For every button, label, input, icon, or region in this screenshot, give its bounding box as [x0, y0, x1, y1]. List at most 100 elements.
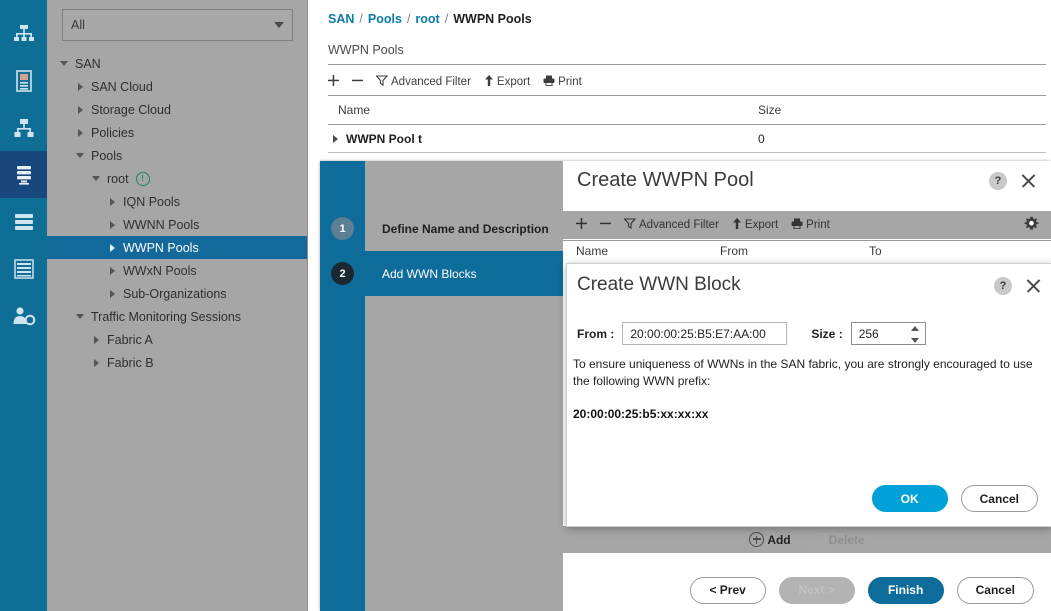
chevron-right-icon[interactable]	[105, 243, 119, 252]
tree-item-sub-organizations[interactable]: Sub-Organizations	[47, 282, 307, 305]
chevron-right-icon[interactable]	[73, 82, 87, 91]
add-row-button[interactable]: Add	[749, 532, 791, 547]
tree-item-iqn-pools[interactable]: IQN Pools	[47, 190, 307, 213]
tree-item-wwnn-pools[interactable]: WWNN Pools	[47, 213, 307, 236]
step-number-badge: 2	[331, 262, 354, 285]
breadcrumb-separator: /	[359, 12, 363, 26]
chevron-right-icon	[109, 197, 115, 206]
breadcrumb-current: WWPN Pools	[453, 12, 532, 26]
spinner-arrows-icon[interactable]	[911, 326, 920, 343]
chevron-down-icon[interactable]	[73, 153, 87, 158]
chevron-right-icon[interactable]	[73, 105, 87, 114]
rail-item-servers[interactable]	[0, 57, 47, 104]
help-icon[interactable]: ?	[994, 277, 1012, 295]
vm-icon	[13, 213, 35, 231]
wizard-row-actions: Add Delete	[563, 526, 1051, 553]
chevron-right-icon[interactable]	[89, 358, 103, 367]
chevron-down-icon[interactable]	[57, 61, 71, 66]
column-header-name[interactable]: Name	[338, 103, 370, 117]
chevron-right-icon	[93, 358, 99, 367]
tree-item-policies[interactable]: Policies	[47, 121, 307, 144]
tree-item-label: WWNN Pools	[123, 217, 200, 232]
info-badge-icon[interactable]: !	[135, 171, 150, 186]
wizard-remove-button[interactable]	[600, 218, 611, 232]
wizard-print-button[interactable]: Print	[791, 218, 830, 232]
close-icon[interactable]	[1019, 172, 1037, 190]
chevron-right-icon[interactable]	[73, 128, 87, 137]
spinner-down-icon[interactable]	[911, 338, 920, 343]
wizard-advanced-filter-button[interactable]: Advanced Filter	[623, 218, 719, 232]
chevron-right-icon	[109, 266, 115, 275]
tree-item-fabric-a[interactable]: Fabric A	[47, 328, 307, 351]
rail-item-storage[interactable]	[0, 245, 47, 292]
column-header-name[interactable]: Name	[576, 244, 608, 258]
column-header-from[interactable]: From	[720, 244, 748, 258]
chevron-down-icon	[76, 153, 84, 158]
tree-item-wwpn-pools[interactable]: WWPN Pools	[47, 236, 307, 259]
add-row-label: Add	[767, 532, 791, 547]
size-stepper[interactable]: 256	[850, 322, 926, 345]
spinner-up-icon[interactable]	[911, 326, 920, 331]
tree-filter-select[interactable]: All	[62, 9, 293, 41]
equipment-icon	[13, 24, 35, 44]
tree-item-pools[interactable]: Pools	[47, 144, 307, 167]
breadcrumb-link-pools[interactable]: Pools	[368, 12, 402, 26]
rail-item-admin[interactable]	[0, 292, 47, 339]
tree-item-san[interactable]: SAN	[47, 52, 307, 75]
help-icon[interactable]: ?	[989, 172, 1007, 190]
column-header-to[interactable]: To	[869, 244, 882, 258]
wwn-cancel-button[interactable]: Cancel	[960, 485, 1038, 512]
column-header-size[interactable]: Size	[758, 103, 781, 117]
finish-button[interactable]: Finish	[867, 576, 944, 604]
servers-icon	[15, 69, 32, 92]
wizard-export-button[interactable]: Export	[732, 218, 778, 232]
advanced-filter-button[interactable]: Advanced Filter	[375, 75, 471, 89]
wizard-add-button[interactable]	[576, 218, 587, 232]
chevron-right-icon[interactable]	[105, 289, 119, 298]
from-input[interactable]: 20:00:00:25:B5:E7:AA:00	[622, 322, 788, 345]
gear-icon[interactable]	[1024, 216, 1039, 234]
tree-item-traffic-monitoring-sessions[interactable]: Traffic Monitoring Sessions	[47, 305, 307, 328]
rail-item-san[interactable]	[0, 151, 47, 198]
tree-item-san-cloud[interactable]: SAN Cloud	[47, 75, 307, 98]
wizard-title: Create WWPN Pool	[577, 169, 754, 191]
rail-item-equipment[interactable]	[0, 10, 47, 57]
wizard-step-2-label: Add WWN Blocks	[382, 266, 477, 281]
tree-item-root[interactable]: root!	[47, 167, 307, 190]
add-button[interactable]	[328, 75, 339, 89]
chevron-right-icon[interactable]	[105, 197, 119, 206]
tree-item-label: Traffic Monitoring Sessions	[91, 309, 242, 324]
tree-item-label: Pools	[91, 148, 123, 163]
chevron-down-icon[interactable]	[73, 314, 87, 319]
chevron-down-icon	[274, 22, 284, 28]
rail-item-vm[interactable]	[0, 198, 47, 245]
tree-item-wwxn-pools[interactable]: WWxN Pools	[47, 259, 307, 282]
chevron-right-icon[interactable]	[89, 335, 103, 344]
main-table-header: Name Size	[328, 101, 1046, 123]
print-button[interactable]: Print	[543, 75, 582, 89]
wizard-step-1[interactable]: 1 Define Name and Description	[320, 206, 563, 251]
close-icon[interactable]	[1024, 277, 1042, 295]
breadcrumb-link-root[interactable]: root	[415, 12, 439, 26]
tree-item-fabric-b[interactable]: Fabric B	[47, 351, 307, 374]
delete-row-label: Delete	[828, 532, 865, 547]
wizard-step-2[interactable]: 2 Add WWN Blocks	[320, 251, 563, 296]
chevron-down-icon[interactable]	[89, 176, 103, 181]
next-button: Next >	[778, 576, 855, 604]
remove-button[interactable]	[352, 75, 363, 89]
table-row[interactable]: WWPN Pool t 0	[328, 130, 1046, 150]
wizard-cancel-button[interactable]: Cancel	[956, 576, 1034, 604]
tree-item-storage-cloud[interactable]: Storage Cloud	[47, 98, 307, 121]
export-button[interactable]: Export	[484, 75, 530, 89]
ok-button[interactable]: OK	[871, 485, 948, 512]
prev-button[interactable]: < Prev	[689, 576, 766, 604]
chevron-down-icon	[76, 314, 84, 319]
chevron-right-icon[interactable]	[105, 266, 119, 275]
breadcrumb-separator: /	[406, 12, 411, 26]
left-icon-rail	[0, 0, 47, 611]
breadcrumb-link-san[interactable]: SAN	[328, 12, 354, 26]
chevron-right-icon[interactable]	[105, 220, 119, 229]
chevron-right-icon	[109, 220, 115, 229]
rail-item-lan[interactable]	[0, 104, 47, 151]
expand-caret-icon[interactable]	[333, 135, 338, 143]
